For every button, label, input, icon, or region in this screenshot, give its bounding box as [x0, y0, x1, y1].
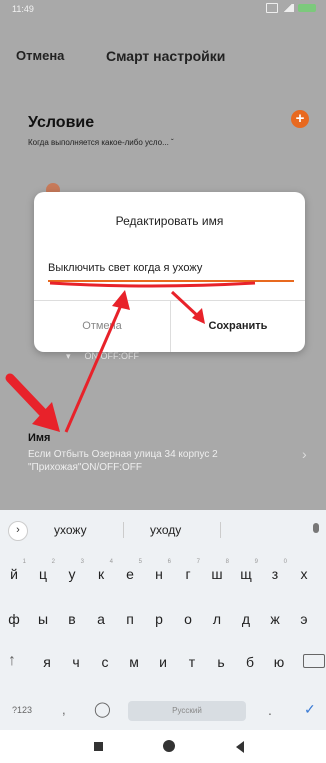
status-bar: 11:49	[0, 0, 326, 22]
key-я[interactable]: я	[33, 654, 61, 670]
chevron-right-icon[interactable]: ›	[302, 446, 307, 462]
comma-key[interactable]: ,	[62, 702, 66, 717]
key-э[interactable]: э	[290, 611, 318, 627]
suggestion-bar: › ухожу уходу	[0, 510, 326, 550]
key-у[interactable]: у3	[58, 559, 86, 582]
key-р[interactable]: р	[145, 611, 173, 627]
backspace-icon[interactable]	[303, 654, 325, 668]
recents-icon[interactable]	[94, 742, 103, 751]
key-б[interactable]: б	[236, 654, 264, 670]
chevron-down-icon: ˇ	[171, 138, 174, 147]
key-ш[interactable]: ш8	[203, 559, 231, 582]
key-щ[interactable]: щ9	[232, 559, 260, 582]
period-key[interactable]: .	[268, 702, 272, 718]
key-ь[interactable]: ь	[207, 654, 235, 670]
key-hint: 3	[80, 559, 84, 565]
header-cancel-button[interactable]: Отмена	[16, 48, 64, 63]
key-hint: 1	[22, 559, 26, 565]
key-т[interactable]: т	[178, 654, 206, 670]
key-ж[interactable]: ж	[261, 611, 289, 627]
key-х[interactable]: х	[290, 566, 318, 582]
condition-description-text: Когда выполняется какое-либо усло...	[28, 138, 169, 147]
suggestion-divider	[123, 522, 124, 538]
condition-title: Условие	[28, 114, 95, 131]
space-key[interactable]: Русский	[128, 701, 246, 721]
signal-icon	[282, 4, 294, 12]
key-г[interactable]: г7	[174, 559, 202, 582]
key-е[interactable]: е5	[116, 559, 144, 582]
action-state: ▾ ON/OFF:OFF	[66, 351, 140, 362]
microphone-icon[interactable]	[313, 523, 319, 533]
name-input[interactable]	[48, 262, 293, 274]
caret-down-icon: ▾	[66, 351, 71, 361]
navigation-bar	[0, 730, 326, 763]
key-hint: 8	[225, 559, 229, 565]
key-л[interactable]: л	[203, 611, 231, 627]
key-й[interactable]: й1	[0, 559, 28, 582]
keyboard: › ухожу уходу й1ц2у3к4е5н6г7ш8щ9з0х фыва…	[0, 510, 326, 730]
action-state-text: ON/OFF:OFF	[84, 351, 140, 361]
dialog-title: Редактировать имя	[115, 214, 224, 228]
checkmark-icon[interactable]: ✓	[304, 701, 316, 718]
notification-icon	[266, 3, 278, 13]
status-time: 11:49	[12, 4, 34, 14]
input-underline	[48, 280, 294, 282]
key-ы[interactable]: ы	[29, 611, 57, 627]
edit-name-dialog: Редактировать имя Отмена Сохранить	[34, 192, 305, 352]
key-п[interactable]: п	[116, 611, 144, 627]
dialog-save-button[interactable]: Сохранить	[171, 300, 305, 352]
key-ц[interactable]: ц2	[29, 559, 57, 582]
battery-icon	[298, 4, 316, 12]
key-ю[interactable]: ю	[265, 654, 293, 670]
key-ф[interactable]: ф	[0, 611, 28, 627]
key-и[interactable]: и	[149, 654, 177, 670]
key-hint: 6	[167, 559, 171, 565]
suggestion-divider	[220, 522, 221, 538]
shift-icon[interactable]: ↑	[8, 652, 16, 670]
key-hint: 0	[283, 559, 287, 565]
expand-suggestions-button[interactable]: ›	[8, 521, 28, 541]
key-hint: 9	[254, 559, 258, 565]
key-а[interactable]: а	[87, 611, 115, 627]
condition-description[interactable]: Когда выполняется какое-либо усло... ˇ	[28, 138, 174, 147]
key-ч[interactable]: ч	[62, 654, 90, 670]
status-icons	[266, 3, 316, 13]
name-section-title: Имя	[28, 432, 51, 444]
key-с[interactable]: с	[91, 654, 119, 670]
page-title: Смарт настройки	[106, 48, 226, 64]
key-з[interactable]: з0	[261, 559, 289, 582]
key-hint: 2	[51, 559, 55, 565]
key-hint: 7	[196, 559, 200, 565]
header: Отмена Смарт настройки	[0, 44, 326, 68]
home-icon[interactable]	[163, 740, 175, 752]
key-д[interactable]: д	[232, 611, 260, 627]
name-section-description[interactable]: Если Отбыть Озерная улица 34 корпус 2 "П…	[28, 448, 283, 474]
globe-icon[interactable]: ◯	[94, 700, 111, 718]
key-в[interactable]: в	[58, 611, 86, 627]
key-hint: 5	[138, 559, 142, 565]
suggestion-2[interactable]: уходу	[150, 523, 181, 537]
back-icon[interactable]	[236, 741, 244, 753]
key-hint: 4	[109, 559, 113, 565]
suggestion-1[interactable]: ухожу	[54, 523, 87, 537]
key-н[interactable]: н6	[145, 559, 173, 582]
key-м[interactable]: м	[120, 654, 148, 670]
add-condition-button[interactable]: +	[291, 110, 309, 128]
key-к[interactable]: к4	[87, 559, 115, 582]
dialog-cancel-button[interactable]: Отмена	[34, 300, 170, 352]
key-о[interactable]: о	[174, 611, 202, 627]
symbols-key[interactable]: ?123	[12, 705, 32, 715]
